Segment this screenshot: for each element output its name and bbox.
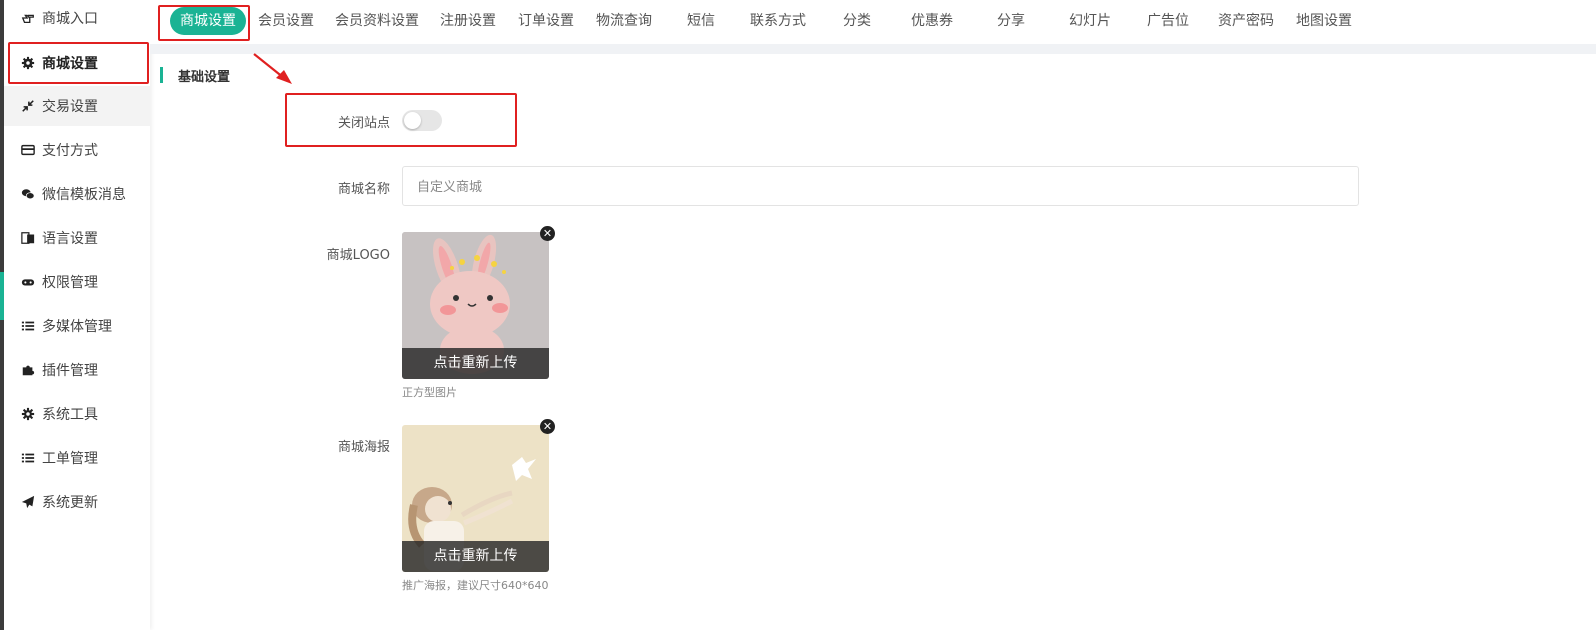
credit-card-icon (20, 142, 36, 158)
sidebar-item-shop-entry[interactable]: 商城入口 (4, 0, 150, 38)
sidebar-item-label: 商城入口 (42, 11, 98, 27)
tab-order-settings[interactable]: 订单设置 (514, 7, 578, 35)
sidebar-item-wechat-template[interactable]: 微信模板消息 (4, 174, 150, 214)
sidebar-item-media[interactable]: 多媒体管理 (4, 306, 150, 346)
shop-name-label: 商城名称 (337, 182, 390, 197)
compress-arrows-icon (20, 98, 36, 114)
sidebar-item-label: 系统更新 (42, 495, 98, 511)
tab-asset-password[interactable]: 资产密码 (1214, 7, 1278, 35)
gear-icon (20, 406, 36, 422)
hand-point-icon (20, 10, 36, 26)
gear-icon (20, 55, 36, 71)
sidebar-item-shop-settings[interactable]: 商城设置 (4, 43, 150, 83)
tab-sms[interactable]: 短信 (680, 7, 722, 35)
close-site-toggle[interactable] (402, 110, 442, 131)
tab-shop-settings[interactable]: 商城设置 (170, 7, 246, 35)
gamepad-icon (20, 274, 36, 290)
sidebar-item-label: 支付方式 (42, 143, 98, 159)
sidebar-item-label: 插件管理 (42, 363, 98, 379)
sidebar-item-label: 商城设置 (42, 56, 98, 72)
tab-logistics-query[interactable]: 物流查询 (592, 7, 656, 35)
logo-reupload-caption: 点击重新上传 (402, 348, 549, 379)
section-title: 基础设置 (178, 70, 231, 85)
tab-category[interactable]: 分类 (836, 7, 878, 35)
poster-reupload-caption: 点击重新上传 (402, 541, 549, 572)
top-tab-bar: 商城设置 会员设置 会员资料设置 注册设置 订单设置 物流查询 短信 联系方式 … (150, 0, 1596, 44)
puzzle-icon (20, 362, 36, 378)
sidebar-item-payment[interactable]: 支付方式 (4, 130, 150, 170)
sidebar-item-trade-settings[interactable]: 交易设置 (4, 86, 150, 126)
logo-remove-button[interactable]: ✕ (540, 226, 555, 241)
sidebar-item-tickets[interactable]: 工单管理 (4, 438, 150, 478)
tab-share[interactable]: 分享 (990, 7, 1032, 35)
tab-coupons[interactable]: 优惠券 (904, 7, 960, 35)
header-divider (150, 44, 1596, 54)
sidebar-item-label: 权限管理 (42, 275, 98, 291)
sidebar-item-system-tools[interactable]: 系统工具 (4, 394, 150, 434)
sidebar-item-label: 交易设置 (42, 99, 98, 115)
tab-slides[interactable]: 幻灯片 (1062, 7, 1118, 35)
paper-plane-icon (20, 494, 36, 510)
list-icon (20, 450, 36, 466)
shop-logo-label: 商城LOGO (326, 248, 390, 263)
sidebar-item-label: 微信模板消息 (42, 187, 126, 203)
language-icon (20, 230, 36, 246)
close-site-label: 关闭站点 (337, 116, 390, 131)
tab-member-profile-settings[interactable]: 会员资料设置 (332, 7, 422, 35)
wechat-icon (20, 186, 36, 202)
sidebar-item-label: 系统工具 (42, 407, 98, 423)
shop-name-input[interactable] (402, 166, 1359, 206)
sidebar-item-plugins[interactable]: 插件管理 (4, 350, 150, 390)
list-icon (20, 318, 36, 334)
close-icon: ✕ (542, 420, 553, 433)
sidebar-item-label: 语言设置 (42, 231, 98, 247)
sidebar-item-label: 多媒体管理 (42, 319, 112, 335)
section-accent-bar (160, 67, 163, 83)
tab-register-settings[interactable]: 注册设置 (436, 7, 500, 35)
poster-remove-button[interactable]: ✕ (540, 419, 555, 434)
sidebar: 商城入口 商城设置 交易设置 支付方式 微信模板消息 语言设置 权限管理 多媒体… (4, 0, 150, 630)
app-root: 商城入口 商城设置 交易设置 支付方式 微信模板消息 语言设置 权限管理 多媒体… (0, 0, 1596, 630)
logo-hint: 正方型图片 (402, 386, 457, 399)
tab-member-settings[interactable]: 会员设置 (254, 7, 318, 35)
shop-poster-label: 商城海报 (337, 440, 390, 455)
sidebar-item-language[interactable]: 语言设置 (4, 218, 150, 258)
close-icon: ✕ (542, 227, 553, 240)
red-arrow-annotation (253, 53, 292, 84)
tab-ad-slots[interactable]: 广告位 (1140, 7, 1196, 35)
poster-upload-preview[interactable]: 点击重新上传 (402, 425, 549, 572)
sidebar-item-system-update[interactable]: 系统更新 (4, 482, 150, 522)
logo-upload-preview[interactable]: 点击重新上传 (402, 232, 549, 379)
toggle-knob (404, 112, 421, 129)
sidebar-item-permissions[interactable]: 权限管理 (4, 262, 150, 302)
sidebar-item-label: 工单管理 (42, 451, 98, 467)
tab-map-settings[interactable]: 地图设置 (1292, 7, 1356, 35)
tab-contact[interactable]: 联系方式 (746, 7, 810, 35)
poster-hint: 推广海报，建议尺寸640*640 (402, 579, 549, 592)
